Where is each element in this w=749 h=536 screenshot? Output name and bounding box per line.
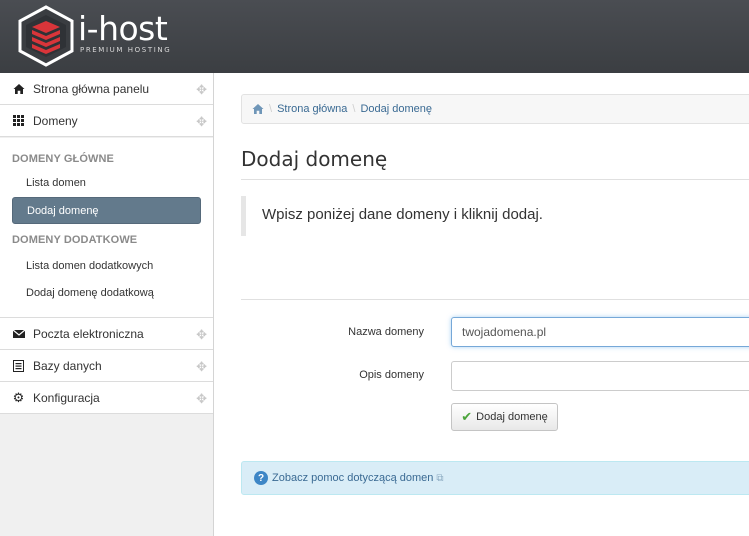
submenu-heading-main-domains: DOMENY GŁÓWNE — [12, 153, 114, 165]
submenu-item-domain-list[interactable]: Lista domen — [12, 170, 201, 197]
sidebar-item-label: Poczta elektroniczna — [33, 326, 144, 341]
submenu-item-add-domain[interactable]: Dodaj domenę — [12, 197, 201, 224]
page-title: Dodaj domenę — [241, 147, 388, 171]
sidebar-item-email[interactable]: Poczta elektroniczna ✥ — [0, 318, 213, 350]
top-header: i-host PREMIUM HOSTING — [0, 0, 749, 73]
question-icon: ? — [254, 471, 268, 485]
sidebar: Strona główna panelu ✥ Domeny ✥ DOMENY G… — [0, 73, 214, 536]
sidebar-item-databases[interactable]: Bazy danych ✥ — [0, 350, 213, 382]
submenu-item-add-addon-domain[interactable]: Dodaj domenę dodatkową — [12, 280, 201, 307]
sidebar-item-domains[interactable]: Domeny ✥ — [0, 105, 213, 137]
sidebar-item-label: Strona główna panelu — [33, 81, 150, 96]
breadcrumb-separator: \ — [352, 103, 356, 115]
help-link[interactable]: Zobacz pomoc dotyczącą domen — [272, 472, 433, 484]
domain-description-label: Opis domeny — [359, 369, 424, 381]
list-icon — [12, 359, 25, 372]
add-domain-button-label: Dodaj domenę — [476, 411, 548, 423]
domain-name-label: Nazwa domeny — [348, 326, 424, 338]
gear-icon: ⚙ — [12, 389, 25, 405]
domain-description-input[interactable] — [451, 361, 749, 391]
sidebar-item-label: Domeny — [33, 113, 78, 128]
main-content: \ Strona główna \ Dodaj domenę Dodaj dom… — [241, 73, 749, 536]
home-icon — [12, 82, 25, 95]
sidebar-item-home[interactable]: Strona główna panelu ✥ — [0, 73, 213, 105]
breadcrumb-separator: \ — [269, 103, 273, 115]
drag-move-icon[interactable]: ✥ — [196, 82, 207, 98]
drag-move-icon[interactable]: ✥ — [196, 391, 207, 407]
breadcrumb: \ Strona główna \ Dodaj domenę — [241, 94, 749, 124]
add-domain-button[interactable]: ✔ Dodaj domenę — [451, 403, 558, 431]
sidebar-item-label: Konfiguracja — [33, 390, 100, 405]
help-box: ? Zobacz pomoc dotyczącą domen ⧉ — [241, 461, 749, 495]
logo-icon — [18, 5, 74, 67]
checkmark-icon: ✔ — [461, 409, 473, 424]
envelope-icon — [12, 327, 25, 340]
logo-wordmark: i-host — [78, 9, 168, 48]
divider — [241, 179, 749, 180]
drag-move-icon[interactable]: ✥ — [196, 327, 207, 343]
instruction-text: Wpisz poniżej dane domeny i kliknij doda… — [241, 196, 749, 236]
submenu-heading-addon-domains: DOMENY DODATKOWE — [12, 234, 138, 246]
sidebar-item-settings[interactable]: ⚙ Konfiguracja ✥ — [0, 382, 213, 414]
submenu-item-addon-domain-list[interactable]: Lista domen dodatkowych — [12, 253, 201, 280]
drag-move-icon[interactable]: ✥ — [196, 359, 207, 375]
logo-tagline: PREMIUM HOSTING — [80, 46, 172, 54]
breadcrumb-link-home[interactable]: Strona główna — [277, 103, 347, 115]
drag-move-icon[interactable]: ✥ — [196, 114, 207, 130]
home-icon[interactable] — [252, 103, 264, 115]
domains-submenu: DOMENY GŁÓWNE Lista domen Dodaj domenę D… — [0, 138, 213, 318]
grid-icon — [12, 114, 25, 127]
domain-name-input[interactable]: twojadomena.pl — [451, 317, 749, 347]
external-link-icon: ⧉ — [436, 472, 444, 484]
divider — [241, 299, 749, 300]
breadcrumb-link-current[interactable]: Dodaj domenę — [360, 103, 432, 115]
sidebar-item-label: Bazy danych — [33, 358, 102, 373]
